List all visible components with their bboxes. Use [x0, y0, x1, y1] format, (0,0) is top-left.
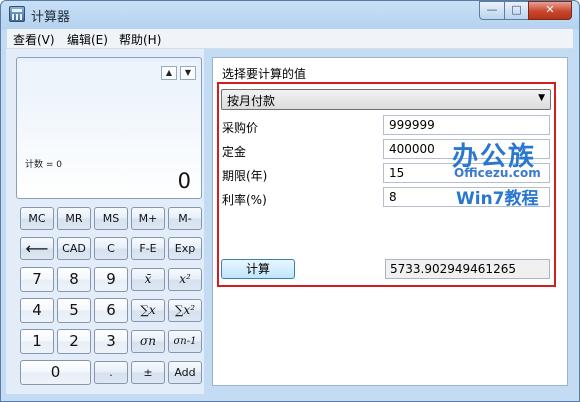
history-down-button[interactable]: ▼ — [180, 66, 196, 80]
history-up-button[interactable]: ▲ — [161, 66, 177, 80]
std-dev-n-button[interactable]: σn — [131, 330, 165, 353]
result-output: 5733.902949461265 — [385, 259, 550, 279]
digit-2-button[interactable]: 2 — [57, 329, 91, 354]
memory-count-label: 计数 = 0 — [25, 160, 62, 170]
title-bar[interactable]: 计算器 — □ ✕ — [1, 1, 579, 29]
watermark-tagline: Win7教程 — [456, 189, 539, 209]
calculation-mode-dropdown[interactable]: 按月付款 ▼ — [221, 89, 551, 110]
down-payment-label: 定金 — [222, 145, 247, 159]
interest-rate-label: 利率(%) — [222, 193, 267, 207]
fe-button[interactable]: F-E — [131, 237, 165, 260]
digit-8-button[interactable]: 8 — [57, 267, 91, 292]
digit-5-button[interactable]: 5 — [57, 298, 91, 323]
calculate-button[interactable]: 计算 — [221, 259, 295, 279]
digit-6-button[interactable]: 6 — [94, 298, 128, 323]
menu-edit[interactable]: 编辑(E) — [67, 31, 108, 48]
decimal-button[interactable]: . — [94, 361, 128, 384]
purchase-price-input[interactable]: 999999 — [383, 115, 550, 135]
clear-button[interactable]: C — [94, 237, 128, 260]
m-minus-button[interactable]: M- — [168, 207, 202, 230]
calculator-app-icon — [9, 6, 25, 22]
mean-button[interactable]: x̄ — [131, 268, 165, 291]
digit-7-button[interactable]: 7 — [20, 267, 54, 292]
dropdown-arrow-icon: ▼ — [538, 93, 545, 103]
digit-4-button[interactable]: 4 — [20, 298, 54, 323]
digit-3-button[interactable]: 3 — [94, 329, 128, 354]
worksheet-title: 选择要计算的值 — [222, 67, 307, 81]
mc-button[interactable]: MC — [20, 207, 54, 230]
maximize-button[interactable]: □ — [504, 1, 529, 20]
menu-help[interactable]: 帮助(H) — [119, 31, 161, 48]
cad-button[interactable]: CAD — [57, 237, 91, 260]
exp-button[interactable]: Exp — [168, 237, 202, 260]
backspace-button[interactable]: ⟵ — [20, 237, 54, 260]
m-plus-button[interactable]: M+ — [131, 207, 165, 230]
purchase-price-label: 采购价 — [222, 121, 259, 135]
menu-bar: 查看(V) 编辑(E) 帮助(H) — [7, 29, 573, 49]
close-button[interactable]: ✕ — [528, 1, 572, 20]
site-watermark: 办公族 Officezu.com Win7教程 — [452, 136, 548, 209]
add-button[interactable]: Add — [168, 361, 202, 384]
calculation-mode-value: 按月付款 — [227, 94, 276, 108]
minimize-button[interactable]: — — [479, 1, 505, 20]
watermark-url: Officezu.com — [454, 166, 541, 180]
mr-button[interactable]: MR — [57, 207, 91, 230]
plus-minus-button[interactable]: ± — [131, 361, 165, 384]
sum-squares-button[interactable]: ∑x² — [168, 299, 202, 322]
calculator-display: ▲ ▼ 计数 = 0 0 — [16, 57, 202, 199]
digit-9-button[interactable]: 9 — [94, 267, 128, 292]
sum-button[interactable]: ∑x — [131, 299, 165, 322]
digit-1-button[interactable]: 1 — [20, 329, 54, 354]
menu-view[interactable]: 查看(V) — [13, 31, 55, 48]
digit-0-button[interactable]: 0 — [20, 360, 91, 385]
display-value: 0 — [177, 169, 191, 193]
window-title: 计算器 — [31, 10, 71, 25]
term-years-label: 期限(年) — [222, 169, 268, 183]
ms-button[interactable]: MS — [94, 207, 128, 230]
mean-squares-button[interactable]: x² — [168, 268, 202, 291]
std-dev-n-minus-1-button[interactable]: σn-1 — [168, 330, 202, 353]
